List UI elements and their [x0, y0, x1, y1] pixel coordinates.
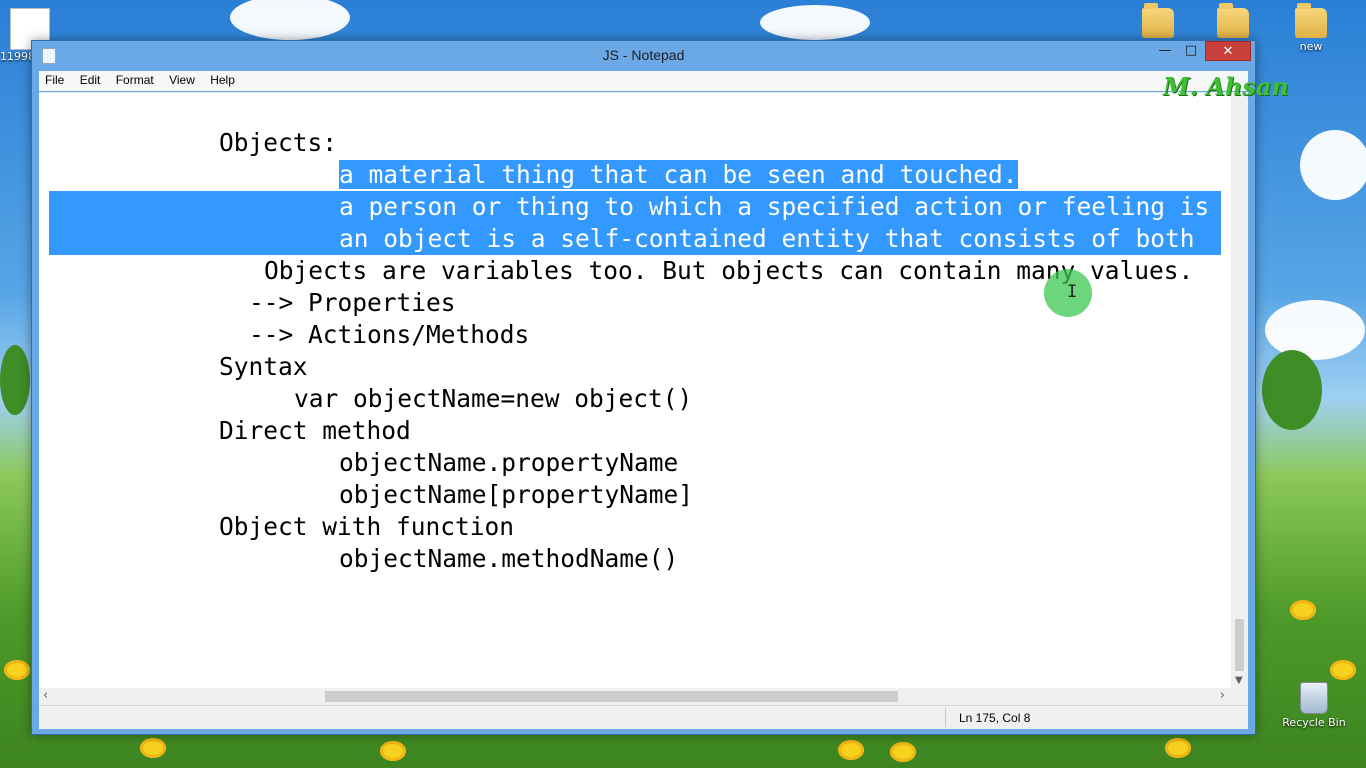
editor-line: Direct method	[219, 416, 411, 445]
text-cursor-icon: I	[1067, 282, 1078, 302]
horizontal-scrollbar[interactable]: ‹ ›	[39, 688, 1231, 705]
status-bar: Ln 175, Col 8	[39, 705, 1248, 729]
text-editor[interactable]: Objects: a material thing that can be se…	[39, 92, 1231, 689]
flower	[1290, 600, 1316, 620]
desktop-icon-recycle-bin[interactable]: Recycle Bin	[1281, 682, 1347, 729]
editor-line: --> Properties	[249, 288, 456, 317]
menu-help[interactable]: Help	[204, 71, 241, 91]
menu-edit[interactable]: Edit	[74, 71, 107, 91]
horizontal-scroll-thumb[interactable]	[325, 691, 898, 702]
tree	[0, 345, 30, 415]
flower	[1330, 660, 1356, 680]
chevron-left-icon[interactable]: ‹	[43, 688, 48, 703]
folder-icon	[1217, 3, 1249, 38]
editor-line: an object is a self-contained entity tha…	[339, 224, 1195, 253]
flower	[1165, 738, 1191, 758]
chevron-down-icon[interactable]: ▼	[1235, 675, 1243, 686]
cloud	[1300, 130, 1366, 200]
editor-line: a material thing that can be seen and to…	[339, 160, 1018, 189]
menu-view[interactable]: View	[163, 71, 201, 91]
menu-file[interactable]: File	[39, 71, 70, 91]
minimize-button[interactable]: —	[1152, 41, 1178, 61]
title-bar[interactable]: JS - Notepad — □ ✕	[32, 41, 1255, 71]
editor-line: var objectName=new object()	[294, 384, 693, 413]
editor-line: objectName[propertyName]	[339, 480, 694, 509]
folder-icon	[1142, 3, 1174, 38]
status-divider	[945, 708, 946, 727]
cloud	[760, 5, 870, 40]
chevron-right-icon[interactable]: ›	[1220, 688, 1225, 703]
watermark: M. Ahsan	[1163, 72, 1289, 101]
vertical-scroll-thumb[interactable]	[1235, 619, 1244, 671]
recycle-bin-icon	[1300, 682, 1328, 714]
maximize-button[interactable]: □	[1178, 41, 1204, 61]
flower	[380, 741, 406, 761]
desktop-icon-new[interactable]: new	[1281, 3, 1341, 53]
desktop-icon-label: new	[1299, 40, 1323, 53]
editor-line: --> Actions/Methods	[249, 320, 530, 349]
editor-line: Syntax	[219, 352, 308, 381]
cursor-position: Ln 175, Col 8	[959, 711, 1031, 725]
folder-icon	[1295, 3, 1327, 38]
scrollbar-corner	[1231, 688, 1248, 705]
window-title: JS - Notepad	[602, 47, 685, 63]
flower	[838, 740, 864, 760]
editor-line: Object with function	[219, 512, 515, 541]
menu-format[interactable]: Format	[110, 71, 160, 91]
flower	[4, 660, 30, 680]
cloud	[1265, 300, 1365, 360]
editor-line: Objects:	[219, 128, 338, 157]
desktop-icon-folder-1[interactable]	[1128, 3, 1188, 40]
menu-bar: File Edit Format View Help	[39, 71, 1248, 91]
close-button[interactable]: ✕	[1205, 41, 1251, 61]
editor-line: a person or thing to which a specified a…	[339, 192, 1210, 221]
desktop-icon-folder-2[interactable]	[1203, 3, 1263, 40]
notepad-window: JS - Notepad — □ ✕ File Edit Format View…	[31, 40, 1256, 735]
editor-line: objectName.methodName()	[339, 544, 679, 573]
cloud	[230, 0, 350, 40]
flower	[140, 738, 166, 758]
flower	[890, 742, 916, 762]
editor-line: objectName.propertyName	[339, 448, 679, 477]
vertical-scrollbar[interactable]: ▼	[1231, 92, 1248, 688]
desktop-icon-label: Recycle Bin	[1282, 716, 1346, 729]
tree	[1262, 350, 1322, 430]
